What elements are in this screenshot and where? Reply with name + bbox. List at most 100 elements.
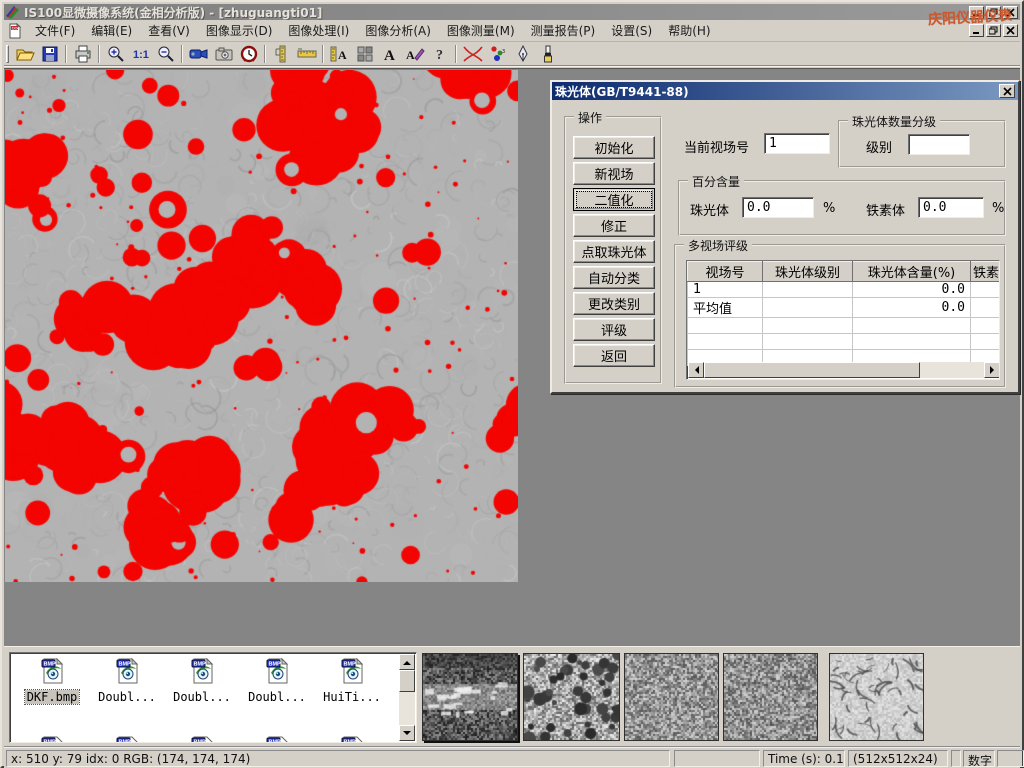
brush-tool-button[interactable] [535, 43, 560, 65]
auto-classify-button[interactable]: 自动分类 [573, 266, 655, 289]
timer-button[interactable] [236, 43, 261, 65]
pick-pearlite-button[interactable]: 点取珠光体 [573, 240, 655, 263]
menu-edit[interactable]: 编辑(E) [83, 19, 140, 42]
table-row[interactable]: 平均值 0.0 [688, 298, 1001, 318]
actual-size-button[interactable]: 1:1 [128, 43, 153, 65]
print-button[interactable] [70, 43, 95, 65]
text-button[interactable]: A [377, 43, 402, 65]
video-capture-button[interactable] [186, 43, 211, 65]
bmp-file-icon: BMP [38, 657, 66, 685]
scroll-up-button[interactable] [399, 654, 415, 670]
menu-image-measure[interactable]: 图像测量(M) [439, 19, 523, 42]
measure-text-button[interactable]: A [327, 43, 352, 65]
ruler-button[interactable] [294, 43, 319, 65]
new-field-button[interactable]: 新视场 [573, 162, 655, 185]
init-button[interactable]: 初始化 [573, 136, 655, 159]
grid-stamp-button[interactable] [352, 43, 377, 65]
metallograph-image[interactable] [5, 70, 518, 582]
rate-button[interactable]: 评级 [573, 318, 655, 341]
col-field-no[interactable]: 视场号 [688, 262, 763, 282]
file-list-scrollbar[interactable] [399, 654, 415, 741]
child-minimize-button[interactable] [969, 24, 984, 37]
file-item[interactable]: BMP [241, 735, 313, 743]
pearlite-percent-input[interactable] [742, 197, 814, 218]
minimize-button[interactable] [969, 6, 984, 19]
file-item[interactable]: BMP [316, 735, 388, 743]
scroll-left-button[interactable] [688, 362, 704, 378]
multifield-group: 多视场评级 视场号 珠光体级别 珠光体含量(%) 铁素体含量(%) 1 0.0 [674, 244, 1006, 388]
table-row[interactable] [688, 318, 1001, 334]
file-name[interactable]: Doubl... [171, 690, 233, 704]
col-ferrite-content[interactable]: 铁素体含量(%) [971, 262, 1001, 282]
menu-measure-report[interactable]: 测量报告(P) [523, 19, 604, 42]
grade-field-label: 级别 [866, 137, 892, 156]
curve-tool-button[interactable] [460, 43, 485, 65]
menu-image-analysis[interactable]: 图像分析(A) [357, 19, 439, 42]
file-name[interactable]: Doubl... [246, 690, 308, 704]
scrollbar-thumb[interactable] [704, 362, 920, 378]
dialog-close-button[interactable] [999, 84, 1015, 98]
col-pearlite-content[interactable]: 珠光体含量(%) [853, 262, 971, 282]
zoom-out-button[interactable] [153, 43, 178, 65]
scrollbar-thumb[interactable] [399, 670, 415, 692]
file-name[interactable]: Doubl... [96, 690, 158, 704]
file-item[interactable]: BMP Doubl... [91, 657, 163, 704]
scroll-right-button[interactable] [984, 362, 1000, 378]
svg-text:A: A [384, 48, 395, 62]
photo-capture-button[interactable] [211, 43, 236, 65]
file-item[interactable]: BMP [166, 735, 238, 743]
file-name[interactable]: DKF.bmp [25, 690, 80, 704]
bmp-file-icon: BMP [263, 657, 291, 685]
grade-input[interactable] [908, 134, 970, 155]
save-button[interactable] [37, 43, 62, 65]
file-item[interactable]: BMP Doubl... [166, 657, 238, 704]
file-item[interactable]: BMP Doubl... [241, 657, 313, 704]
file-list[interactable]: BMP DKF.bmp BMP Doubl... [9, 652, 417, 743]
operation-group: 操作 初始化 新视场 二值化 修正 点取珠光体 自动分类 更改类别 评级 返回 [564, 116, 662, 384]
caliper-icon [274, 45, 290, 63]
return-button[interactable]: 返回 [573, 344, 655, 367]
file-name[interactable]: HuiTi... [321, 690, 383, 704]
thumbnail-5[interactable] [829, 653, 924, 741]
menu-image-process[interactable]: 图像处理(I) [280, 19, 357, 42]
scroll-down-button[interactable] [399, 725, 415, 741]
menu-help[interactable]: 帮助(H) [660, 19, 718, 42]
correct-button[interactable]: 修正 [573, 214, 655, 237]
thumbnail-2[interactable] [523, 653, 620, 741]
table-horizontal-scrollbar[interactable] [688, 362, 1000, 378]
annotate-button[interactable]: A [402, 43, 427, 65]
thumbnail-4[interactable] [723, 653, 818, 741]
svg-text:BMP: BMP [119, 740, 132, 743]
current-field-input[interactable] [764, 133, 830, 154]
ferrite-percent-input[interactable] [918, 197, 984, 218]
table-row[interactable]: 1 0.0 [688, 282, 1001, 298]
dialog-title-bar[interactable]: 珠光体(GB/T9441-88) [552, 82, 1018, 100]
printer-icon [73, 45, 93, 63]
pen-tool-button[interactable] [510, 43, 535, 65]
table-row[interactable] [688, 334, 1001, 350]
change-class-button[interactable]: 更改类别 [573, 292, 655, 315]
col-pearlite-grade[interactable]: 珠光体级别 [763, 262, 853, 282]
child-close-button[interactable] [1003, 24, 1018, 37]
close-button[interactable] [1003, 6, 1018, 19]
binarize-button[interactable]: 二值化 [573, 188, 655, 211]
file-item[interactable]: BMP DKF.bmp [16, 657, 88, 704]
zoom-in-button[interactable] [103, 43, 128, 65]
thumbnail-3[interactable] [624, 653, 719, 741]
caliper-button[interactable] [269, 43, 294, 65]
child-restore-button[interactable] [986, 24, 1001, 37]
file-item[interactable]: BMP [16, 735, 88, 743]
thumbnail-1[interactable] [422, 653, 518, 741]
help-button[interactable]: ? [427, 43, 452, 65]
class-markers-button[interactable]: 3 [485, 43, 510, 65]
menu-file[interactable]: 文件(F) [27, 19, 83, 42]
menu-image-display[interactable]: 图像显示(D) [198, 19, 281, 42]
toolbar-grip[interactable] [6, 45, 9, 63]
file-item[interactable]: BMP HuiTi... [316, 657, 388, 704]
menu-settings[interactable]: 设置(S) [603, 19, 660, 42]
rating-table[interactable]: 视场号 珠光体级别 珠光体含量(%) 铁素体含量(%) 1 0.0 平均值 0.… [686, 260, 1000, 380]
file-item[interactable]: BMP [91, 735, 163, 743]
restore-button[interactable] [986, 6, 1001, 19]
menu-view[interactable]: 查看(V) [140, 19, 198, 42]
open-file-button[interactable] [12, 43, 37, 65]
